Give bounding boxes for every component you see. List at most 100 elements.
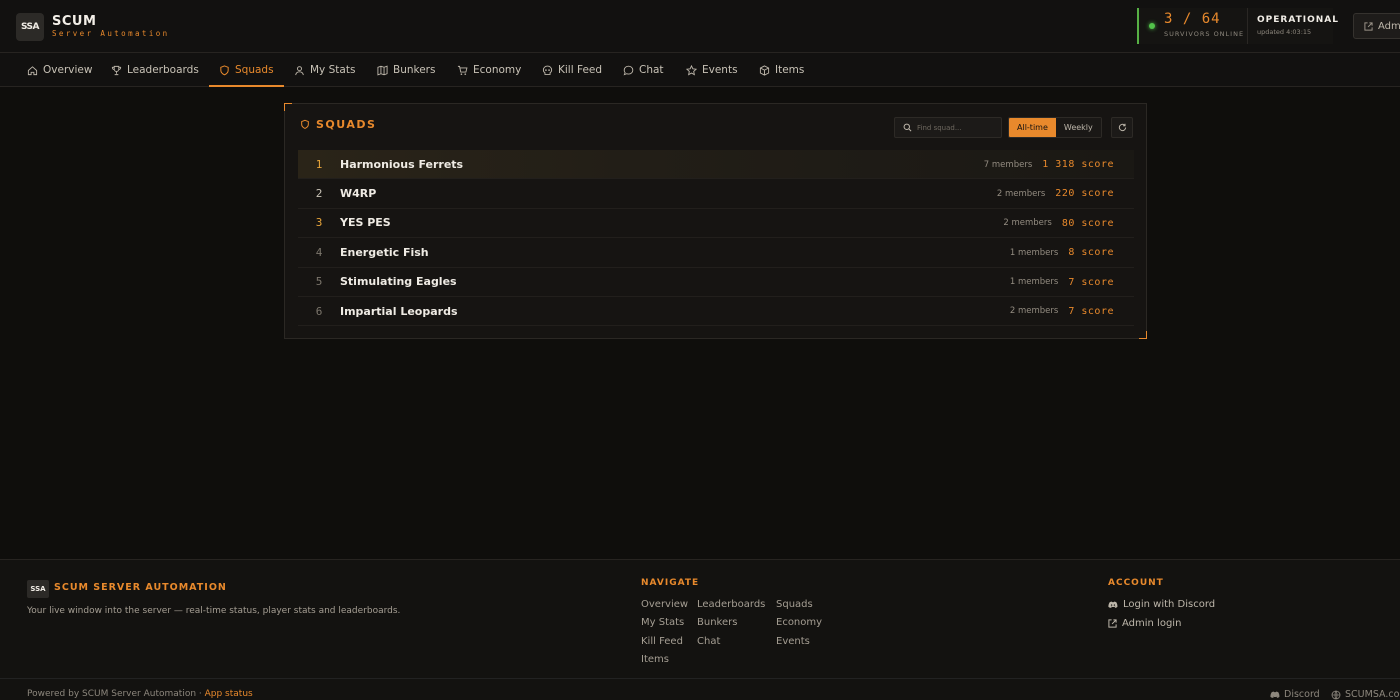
squad-members: 7 members [983,159,1033,170]
nav-label: Squads [235,64,274,76]
nav-items[interactable]: Items [759,53,804,87]
filter-alltime-button[interactable]: All-time [1009,118,1056,137]
top-header: SSA SCUM Server Automation 3 / 64 SURVIV… [0,0,1400,53]
nav-label: Leaderboards [127,64,199,76]
nav-label: Economy [473,64,522,76]
admin-login-link[interactable]: Admin login [1108,618,1181,629]
period-toggle: All-time Weekly [1008,117,1102,138]
panel-title-text: SQUADS [316,118,377,131]
main-nav: Overview Leaderboards Squads My Stats Bu… [0,53,1400,87]
squad-name: YES PES [340,216,391,230]
online-count: 3 / 64 [1164,11,1221,27]
footer-link-bunkers[interactable]: Bunkers [697,617,737,628]
footer-divider [0,678,1400,679]
footer-link-my-stats[interactable]: My Stats [641,617,684,628]
refresh-icon [1118,123,1126,132]
footer-site-link[interactable]: SCUMSA.com [1331,689,1400,700]
server-state: OPERATIONAL [1257,15,1339,25]
nav-economy[interactable]: Economy [457,53,521,87]
admin-login-label: Admin login [1122,618,1182,629]
squad-search[interactable] [894,117,1002,138]
refresh-button[interactable] [1111,117,1133,138]
score-label: score [1081,247,1114,259]
footer-link-overview[interactable]: Overview [641,599,688,610]
globe-icon [1331,690,1341,699]
squad-members: 1 members [1009,277,1059,288]
app-status-link[interactable]: App status [205,689,253,699]
squad-row[interactable]: 4 Energetic Fish 1 members 8 score [298,238,1134,268]
ssa-logo[interactable]: SSA [16,13,44,41]
footer-link-economy[interactable]: Economy [776,617,822,628]
star-icon [686,64,697,76]
score-value: 7 [1068,305,1075,317]
admin-button-label: Admin [1378,20,1400,32]
nav-kill-feed[interactable]: Kill Feed [542,53,602,87]
footer-link-leaderboards[interactable]: Leaderboards [697,599,765,610]
squad-rank: 2 [315,187,323,201]
squad-score: 8 score [1068,247,1114,258]
nav-overview[interactable]: Overview [27,53,92,87]
squad-score: 80 score [1062,218,1114,229]
score-label: score [1081,276,1114,288]
squad-name: Harmonious Ferrets [340,157,464,171]
nav-squads[interactable]: Squads [209,53,284,87]
nav-label: Events [702,64,738,76]
squad-rank: 6 [315,304,323,318]
nav-label: Overview [43,64,93,76]
squads-list: 1 Harmonious Ferrets 7 members 1 318 sco… [298,150,1134,327]
shield-icon [301,119,309,129]
login-discord-link[interactable]: Login with Discord [1108,599,1215,610]
cart-icon [457,65,468,75]
map-icon [377,65,388,75]
nav-label: My Stats [310,64,356,76]
nav-bunkers[interactable]: Bunkers [377,53,435,87]
footer-logo: SSA [27,580,49,598]
squad-name: W4RP [340,187,377,201]
footer-brand: SCUM SERVER AUTOMATION [54,582,227,593]
score-label: score [1081,217,1114,229]
squad-members: 1 members [1009,247,1059,258]
online-label: SURVIVORS ONLINE [1164,30,1245,38]
squad-row[interactable]: 5 Stimulating Eagles 1 members 7 score [298,268,1134,297]
online-dot-icon [1149,23,1155,29]
user-icon [295,65,304,75]
footer-link-items[interactable]: Items [641,654,669,665]
squad-members: 2 members [996,188,1046,199]
score-value: 1 318 [1042,159,1075,170]
powered-by: Powered by SCUM Server Automation · App … [27,689,253,699]
squad-row[interactable]: 2 W4RP 2 members 220 score [298,179,1134,209]
squad-name: Impartial Leopards [340,304,458,318]
squad-row[interactable]: 1 Harmonious Ferrets 7 members 1 318 sco… [298,150,1134,180]
score-value: 80 [1061,217,1075,229]
nav-label: Items [775,64,805,76]
home-icon [27,65,38,75]
squads-panel: SQUADS All-time Weekly 1 Harmonious Ferr… [284,103,1147,339]
skull-icon [542,65,553,75]
squad-score: 7 score [1068,277,1114,288]
nav-chat[interactable]: Chat [623,53,664,87]
footer-discord-link[interactable]: Discord [1270,689,1320,700]
login-discord-label: Login with Discord [1123,599,1216,610]
squad-search-input[interactable] [917,123,997,132]
admin-button[interactable]: Admin [1353,13,1400,39]
nav-events[interactable]: Events [686,53,738,87]
nav-my-stats[interactable]: My Stats [294,53,355,87]
shield-icon [220,64,229,75]
footer-navigate-heading: NAVIGATE [641,578,700,588]
box-icon [759,64,770,76]
external-link-icon [1108,619,1117,628]
footer-link-squads[interactable]: Squads [776,599,813,610]
footer-link-kill-feed[interactable]: Kill Feed [641,636,683,647]
footer-tagline: Your live window into the server — real-… [27,606,401,616]
squad-rank: 4 [315,245,323,259]
nav-label: Bunkers [393,64,436,76]
score-value: 7 [1068,276,1075,288]
score-label: score [1081,305,1114,317]
footer-link-chat[interactable]: Chat [697,636,720,647]
squad-rank: 5 [315,275,323,289]
squad-row[interactable]: 3 YES PES 2 members 80 score [298,209,1134,239]
squad-row[interactable]: 6 Impartial Leopards 2 members 7 score [298,297,1134,327]
nav-leaderboards[interactable]: Leaderboards [111,53,199,87]
filter-weekly-button[interactable]: Weekly [1055,118,1101,137]
footer-link-events[interactable]: Events [776,636,810,647]
